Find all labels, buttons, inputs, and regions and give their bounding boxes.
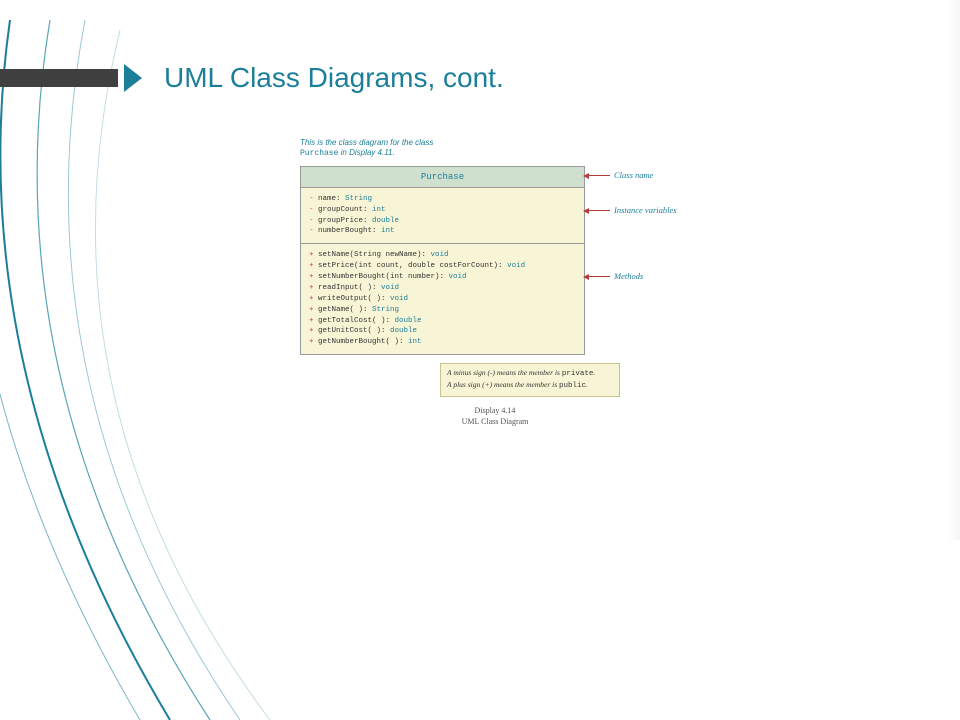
uml-attribute-row: - numberBought: int xyxy=(309,226,576,237)
uml-method-row: + setPrice(int count, double costForCoun… xyxy=(309,261,576,272)
uml-method-row: + getNumberBought( ): int xyxy=(309,337,576,348)
uml-methods-compartment: + setName(String newName): void+ setPric… xyxy=(301,244,584,354)
annotation-instance-variables: Instance variables xyxy=(614,205,677,215)
caption-text: UML Class Diagram xyxy=(300,416,690,427)
uml-method-row: + getName( ): String xyxy=(309,305,576,316)
uml-figure: This is the class diagram for the class … xyxy=(300,138,690,427)
uml-attribute-row: - groupPrice: double xyxy=(309,216,576,227)
annotation-methods: Methods xyxy=(614,271,643,281)
uml-method-row: + readInput( ): void xyxy=(309,283,576,294)
caption-number: Display 4.14 xyxy=(300,405,690,416)
arrow-icon xyxy=(588,276,610,277)
intro-text-1: This is the class diagram for the class xyxy=(300,138,433,147)
uml-class-box: Purchase - name: String- groupCount: int… xyxy=(300,166,585,355)
chevron-right-icon xyxy=(124,64,142,92)
uml-attribute-row: - groupCount: int xyxy=(309,205,576,216)
uml-method-row: + getTotalCost( ): double xyxy=(309,316,576,327)
intro-class-name: Purchase xyxy=(300,149,338,158)
visibility-note-box: A minus sign (-) means the member is pri… xyxy=(440,363,620,397)
uml-attributes-compartment: - name: String- groupCount: int- groupPr… xyxy=(301,188,584,245)
uml-method-row: + setName(String newName): void xyxy=(309,250,576,261)
annotation-class-name: Class name xyxy=(614,170,653,180)
uml-attribute-row: - name: String xyxy=(309,194,576,205)
figure-caption: Display 4.14 UML Class Diagram xyxy=(300,405,690,427)
slide-title-row: UML Class Diagrams, cont. xyxy=(0,62,960,94)
arrow-icon xyxy=(588,210,610,211)
note-line-1: A minus sign (-) means the member is pri… xyxy=(447,368,613,380)
arrow-icon xyxy=(588,175,610,176)
intro-text-2: in Display 4.11. xyxy=(338,148,394,157)
uml-method-row: + setNumberBought(int number): void xyxy=(309,272,576,283)
slide-title: UML Class Diagrams, cont. xyxy=(164,62,504,94)
figure-intro: This is the class diagram for the class … xyxy=(300,138,690,160)
right-edge-shadow xyxy=(948,0,960,540)
title-bar-accent xyxy=(0,69,118,87)
uml-method-row: + getUnitCost( ): double xyxy=(309,326,576,337)
note-line-2: A plus sign (+) means the member is publ… xyxy=(447,380,613,392)
uml-method-row: + writeOutput( ): void xyxy=(309,294,576,305)
uml-class-name-compartment: Purchase xyxy=(301,167,584,188)
